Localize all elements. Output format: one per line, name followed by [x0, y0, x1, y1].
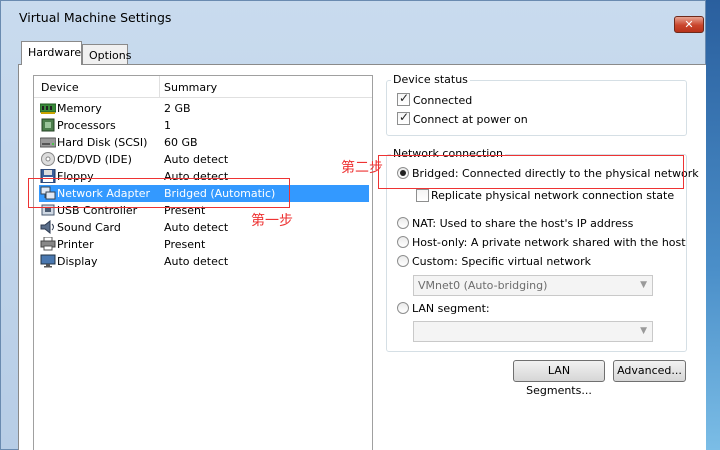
device-name: Display [57, 255, 98, 268]
device-name: Processors [57, 119, 116, 132]
custom-network-select[interactable]: VMnet0 (Auto-bridging) ▼ [413, 275, 653, 296]
annotation-box-network-adapter [28, 178, 290, 208]
device-row-processors[interactable]: Processors 1 [39, 117, 369, 134]
device-name: Printer [57, 238, 94, 251]
device-row-sound-card[interactable]: Sound Card Auto detect [39, 219, 369, 236]
chevron-down-icon: ▼ [640, 326, 647, 336]
annotation-step-one: 第一步 [251, 213, 293, 229]
host-only-label[interactable]: Host-only: A private network shared with… [412, 236, 686, 249]
printer-icon [40, 236, 56, 251]
device-summary: 60 GB [164, 136, 198, 149]
connect-at-power-on-checkbox[interactable] [397, 110, 410, 125]
device-row-printer[interactable]: Printer Present [39, 236, 369, 253]
device-row-cd-dvd[interactable]: CD/DVD (IDE) Auto detect [39, 151, 369, 168]
desktop-background [706, 0, 720, 450]
device-name: Memory [57, 102, 102, 115]
memory-icon [39, 101, 57, 115]
sound-card-icon [40, 219, 56, 235]
device-summary: Present [164, 238, 206, 251]
replicate-state-label[interactable]: Replicate physical network connection st… [431, 189, 674, 202]
tab-options[interactable]: Options [82, 44, 131, 66]
close-icon: ✕ [684, 18, 694, 31]
custom-radio[interactable] [397, 255, 409, 267]
connect-at-power-on-label[interactable]: Connect at power on [413, 113, 528, 126]
annotation-step-two: 第二步 [341, 160, 383, 176]
device-list-header: Device Summary [34, 76, 372, 98]
custom-network-value: VMnet0 (Auto-bridging) [418, 279, 548, 292]
device-summary: Auto detect [164, 255, 229, 268]
advanced-button[interactable]: Advanced... [613, 360, 686, 382]
column-header-device[interactable]: Device [41, 81, 79, 94]
device-name: Sound Card [57, 221, 121, 234]
device-status-label: Device status [391, 73, 470, 86]
chevron-down-icon: ▼ [640, 280, 647, 290]
device-list[interactable]: Device Summary Memory 2 GB Processors 1 … [33, 75, 373, 450]
lan-segment-select[interactable]: ▼ [413, 321, 653, 342]
device-name: CD/DVD (IDE) [57, 153, 132, 166]
connected-label[interactable]: Connected [413, 94, 472, 107]
nat-radio[interactable] [397, 217, 409, 229]
lan-segment-label[interactable]: LAN segment: [412, 302, 490, 315]
device-status-group [386, 80, 687, 136]
lan-segment-radio[interactable] [397, 302, 409, 314]
device-summary: Auto detect [164, 153, 229, 166]
column-separator[interactable] [159, 76, 160, 98]
device-summary: Auto detect [164, 221, 229, 234]
device-summary: 1 [164, 119, 171, 132]
processor-icon [40, 118, 56, 132]
hard-disk-icon [39, 135, 57, 149]
close-button[interactable]: ✕ [674, 16, 704, 33]
device-name: Hard Disk (SCSI) [57, 136, 148, 149]
connected-checkbox[interactable] [397, 91, 410, 106]
column-header-summary[interactable]: Summary [164, 81, 217, 94]
tab-hardware[interactable]: Hardware [21, 41, 82, 65]
window-title: Virtual Machine Settings [19, 10, 172, 25]
device-row-memory[interactable]: Memory 2 GB [39, 100, 369, 117]
display-icon [40, 254, 56, 268]
device-summary: 2 GB [164, 102, 191, 115]
annotation-box-bridged [378, 155, 684, 189]
custom-label[interactable]: Custom: Specific virtual network [412, 255, 591, 268]
replicate-state-checkbox[interactable] [416, 189, 429, 202]
host-only-radio[interactable] [397, 236, 409, 248]
device-row-display[interactable]: Display Auto detect [39, 253, 369, 270]
device-row-hard-disk[interactable]: Hard Disk (SCSI) 60 GB [39, 134, 369, 151]
lan-segments-button[interactable]: LAN Segments... [513, 360, 605, 397]
title-bar[interactable]: Virtual Machine Settings ✕ [1, 1, 705, 33]
cd-dvd-icon [40, 152, 56, 166]
nat-label[interactable]: NAT: Used to share the host's IP address [412, 217, 633, 230]
